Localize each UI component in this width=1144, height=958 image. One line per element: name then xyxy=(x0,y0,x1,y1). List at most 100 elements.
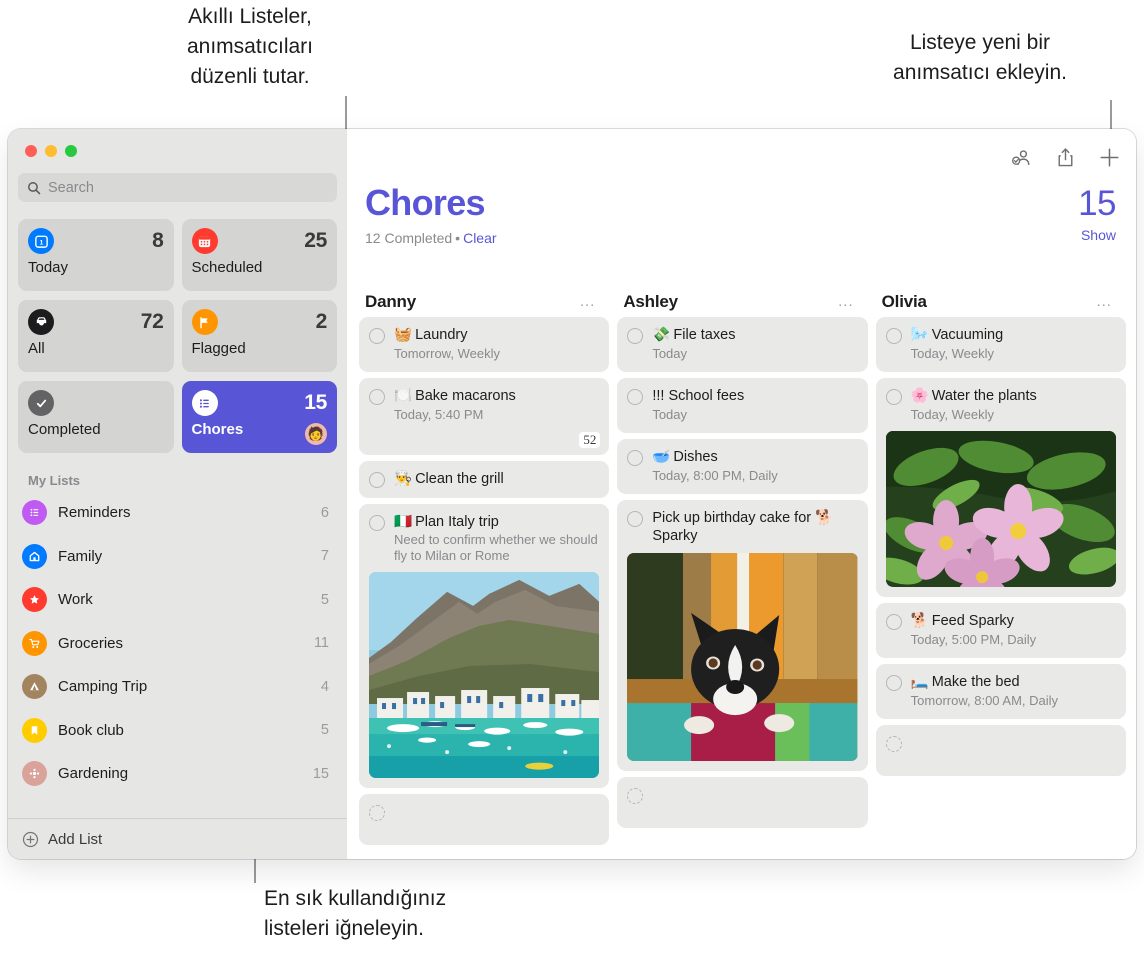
complete-circle-icon[interactable] xyxy=(627,328,643,344)
new-reminder-row[interactable] xyxy=(359,794,609,845)
list-bullet-icon xyxy=(192,390,218,416)
complete-circle-icon[interactable] xyxy=(886,614,902,630)
reminder-card[interactable]: 👨‍🍳Clean the grill xyxy=(359,461,609,498)
list-item-gardening[interactable]: Gardening 15 xyxy=(8,752,347,796)
sidebar: Search 1 8 Today xyxy=(8,129,347,859)
column-ashley: Ashley ... 💸File taxes Today xyxy=(617,287,867,859)
reminder-card[interactable]: 💸File taxes Today xyxy=(617,317,867,372)
list-item-label: Reminders xyxy=(58,504,310,521)
list-item-camping-trip[interactable]: Camping Trip 4 xyxy=(8,665,347,709)
reminder-emoji: 🇮🇹 xyxy=(394,514,412,530)
reminder-card[interactable]: !!! School fees Today xyxy=(617,378,867,433)
add-list-button[interactable]: Add List xyxy=(8,818,347,859)
reminder-title: !!! School fees xyxy=(652,388,744,404)
reminder-title-text: Water the plants xyxy=(932,388,1037,404)
complete-circle-icon[interactable] xyxy=(627,389,643,405)
complete-circle-icon[interactable] xyxy=(627,788,643,804)
reminder-card[interactable]: 🛏️Make the bed Tomorrow, 8:00 AM, Daily xyxy=(876,664,1126,719)
smart-list-label: Scheduled xyxy=(192,259,328,276)
person-badge-icon[interactable] xyxy=(1010,146,1032,168)
flowers-photo[interactable] xyxy=(886,431,1116,587)
house-icon xyxy=(22,544,47,569)
complete-circle-icon[interactable] xyxy=(886,389,902,405)
new-reminder-row[interactable] xyxy=(876,725,1126,776)
callout-add-reminder: Listeye yeni bir anımsatıcı ekleyin. xyxy=(855,28,1105,88)
reminder-emoji: 💸 xyxy=(652,327,670,343)
avatar-glyph: 🧑 xyxy=(308,426,324,442)
show-button[interactable]: Show xyxy=(1078,227,1116,243)
clear-button[interactable]: Clear xyxy=(463,230,496,246)
list-item-work[interactable]: Work 5 xyxy=(8,578,347,622)
complete-circle-icon[interactable] xyxy=(369,389,385,405)
dog-photo[interactable] xyxy=(627,553,857,761)
reminder-card[interactable]: 🇮🇹Plan Italy trip Need to confirm whethe… xyxy=(359,504,609,788)
reminder-title: 🧺Laundry xyxy=(394,327,467,343)
complete-circle-icon[interactable] xyxy=(886,328,902,344)
column-title: Danny xyxy=(365,292,416,312)
reminder-card[interactable]: 🧺Laundry Tomorrow, Weekly xyxy=(359,317,609,372)
column-danny: Danny ... 🧺Laundry Tomorrow, Weekly xyxy=(359,287,609,859)
callout-pin-lists: En sık kullandığınız listeleri iğneleyin… xyxy=(264,884,524,944)
smart-list-today[interactable]: 1 8 Today xyxy=(18,219,174,291)
minimize-button[interactable] xyxy=(45,145,57,157)
column-more-button[interactable]: ... xyxy=(838,298,854,306)
column-more-button[interactable]: ... xyxy=(1096,298,1112,306)
plus-icon[interactable] xyxy=(1098,146,1120,168)
reminder-title: 🐕Feed Sparky xyxy=(911,613,1014,629)
list-total-count: 15 xyxy=(1078,186,1116,222)
reminder-title-text: Dishes xyxy=(673,449,717,465)
smart-list-chores[interactable]: 15 Chores 🧑 xyxy=(182,381,338,453)
complete-circle-icon[interactable] xyxy=(886,736,902,752)
tent-icon xyxy=(22,674,47,699)
column-cards: 💸File taxes Today !!! School fees Tod xyxy=(617,317,867,828)
reminder-emoji: 🌬️ xyxy=(911,327,929,343)
reminder-card[interactable]: 🌸Water the plants Today, Weekly xyxy=(876,378,1126,597)
search-input[interactable]: Search xyxy=(18,173,337,202)
new-reminder-row[interactable] xyxy=(617,777,867,828)
complete-circle-icon[interactable] xyxy=(627,450,643,466)
zoom-button[interactable] xyxy=(65,145,77,157)
smart-list-label: Completed xyxy=(28,421,164,438)
reminder-title: Pick up birthday cake for 🐕 Sparky xyxy=(652,510,833,544)
share-icon[interactable] xyxy=(1054,146,1076,168)
coastal-village-photo[interactable] xyxy=(369,572,599,778)
complete-circle-icon[interactable] xyxy=(886,675,902,691)
column-title: Ashley xyxy=(623,292,678,312)
complete-circle-icon[interactable] xyxy=(369,805,385,821)
reminder-title-text: Make the bed xyxy=(932,674,1020,690)
reminder-card[interactable]: 🌬️Vacuuming Today, Weekly xyxy=(876,317,1126,372)
close-button[interactable] xyxy=(25,145,37,157)
star-icon xyxy=(22,587,47,612)
smart-list-label: All xyxy=(28,340,164,357)
reminder-card[interactable]: Pick up birthday cake for 🐕 Sparky xyxy=(617,500,867,771)
smart-list-scheduled[interactable]: 25 Scheduled xyxy=(182,219,338,291)
reminder-card[interactable]: 🍽️Bake macarons Today, 5:40 PM 52 xyxy=(359,378,609,455)
completed-count-label: 12 Completed xyxy=(365,230,452,246)
flag-icon xyxy=(192,309,218,335)
complete-circle-icon[interactable] xyxy=(627,511,643,527)
reminder-card[interactable]: 🐕Feed Sparky Today, 5:00 PM, Daily xyxy=(876,603,1126,658)
column-header: Ashley ... xyxy=(617,287,867,317)
list-item-count: 5 xyxy=(321,722,329,738)
list-item-reminders[interactable]: Reminders 6 xyxy=(8,491,347,535)
complete-circle-icon[interactable] xyxy=(369,472,385,488)
complete-circle-icon[interactable] xyxy=(369,328,385,344)
reminder-card[interactable]: 🥣Dishes Today, 8:00 PM, Daily xyxy=(617,439,867,494)
smart-list-completed[interactable]: Completed xyxy=(18,381,174,453)
smart-list-flagged[interactable]: 2 Flagged xyxy=(182,300,338,372)
list-item-family[interactable]: Family 7 xyxy=(8,535,347,579)
reminder-title-text: Bake macarons xyxy=(415,388,516,404)
reminder-title-text: Laundry xyxy=(415,327,467,343)
plus-circle-icon xyxy=(22,831,39,848)
reminder-subtitle: Today, 8:00 PM, Daily xyxy=(652,468,857,484)
list-item-groceries[interactable]: Groceries 11 xyxy=(8,622,347,666)
complete-circle-icon[interactable] xyxy=(369,515,385,531)
column-cards: 🧺Laundry Tomorrow, Weekly 🍽️Bake macaron… xyxy=(359,317,609,845)
window-controls xyxy=(8,129,347,157)
smart-list-all[interactable]: 72 All xyxy=(18,300,174,372)
column-more-button[interactable]: ... xyxy=(580,298,596,306)
list-item-book-club[interactable]: Book club 5 xyxy=(8,709,347,753)
list-item-label: Family xyxy=(58,548,310,565)
column-cards: 🌬️Vacuuming Today, Weekly 🌸Water the pla… xyxy=(876,317,1126,776)
add-list-label: Add List xyxy=(48,831,102,848)
